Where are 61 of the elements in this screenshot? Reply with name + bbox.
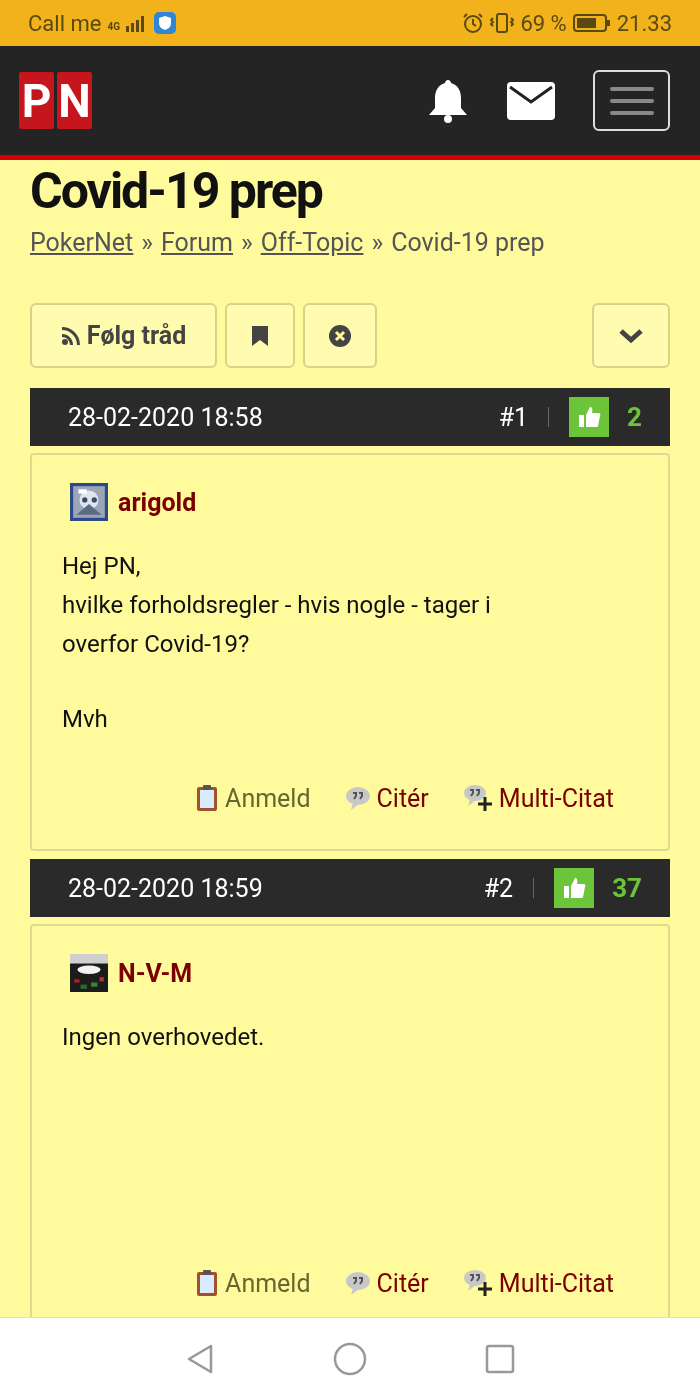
breadcrumb-link[interactable]: Forum [161, 228, 233, 257]
post-date: 28-02-2020 18:58 [68, 402, 263, 432]
post-text: Mvh [62, 704, 109, 735]
ignore-button[interactable] [303, 303, 377, 368]
shield-icon [153, 12, 176, 34]
menu-icon [609, 85, 654, 116]
dropdown-button[interactable] [592, 303, 670, 368]
vibrate-icon [490, 12, 515, 34]
quote-link[interactable]: Citér [344, 783, 429, 813]
username-link[interactable]: N-V-M [118, 958, 193, 988]
divider [548, 407, 550, 427]
clipboard-icon [195, 784, 220, 812]
like-count: 2 [627, 402, 642, 432]
like-count: 37 [612, 873, 642, 903]
like-button[interactable] [554, 868, 595, 908]
close-icon [328, 323, 352, 348]
breadcrumb-separator: » [241, 228, 253, 257]
back-icon[interactable] [185, 1343, 215, 1375]
home-icon[interactable] [333, 1342, 367, 1376]
battery-percent: 69 % [520, 10, 567, 36]
breadcrumb-separator: » [371, 228, 384, 257]
report-link[interactable]: Anmeld [195, 1268, 311, 1298]
thumbs-up-icon [561, 875, 588, 901]
rss-icon [60, 325, 81, 346]
follow-thread-button[interactable]: Følg tråd [30, 303, 217, 368]
post-text: Ingen overhovedet. [62, 1022, 266, 1053]
bell-icon[interactable] [427, 77, 469, 124]
chevron-down-icon [618, 327, 644, 344]
post-date: 28-02-2020 18:59 [68, 873, 263, 903]
clock-time: 21.33 [616, 10, 672, 36]
divider [533, 878, 535, 898]
breadcrumb-link[interactable]: PokerNet [30, 228, 134, 257]
speech-bubble-icon [344, 1270, 371, 1296]
page-title: Covid-19 prep [30, 162, 324, 220]
battery-icon [572, 14, 611, 32]
thumbs-up-icon [576, 404, 603, 430]
report-link[interactable]: Anmeld [195, 783, 311, 813]
username-link[interactable]: arigold [118, 487, 197, 517]
breadcrumb-current: Covid-19 prep [391, 228, 545, 257]
speech-bubble-plus-icon [462, 783, 493, 813]
bookmark-button[interactable] [225, 303, 295, 368]
mail-icon[interactable] [507, 81, 555, 120]
network-type: 4G [107, 20, 120, 32]
breadcrumb-link[interactable]: Off-Topic [260, 228, 364, 257]
post-number-link[interactable]: #2 [483, 873, 514, 903]
bookmark-icon [251, 324, 269, 347]
carrier-name: Call me [28, 10, 102, 36]
site-logo[interactable]: P N [19, 72, 92, 129]
post-number-link[interactable]: #1 [498, 402, 529, 432]
multi-quote-link[interactable]: Multi-Citat [462, 1268, 614, 1298]
clipboard-icon [195, 1269, 220, 1297]
multi-quote-link[interactable]: Multi-Citat [462, 783, 614, 813]
recents-icon[interactable] [485, 1344, 515, 1374]
speech-bubble-icon [344, 785, 371, 811]
breadcrumb-separator: » [141, 228, 153, 257]
alarm-icon [462, 12, 485, 34]
post-text: Hej PN, hvilke forholdsregler - hvis nogle - tager i overfor Covid-19? [62, 551, 492, 660]
quote-link[interactable]: Citér [344, 1268, 429, 1298]
menu-button[interactable] [593, 70, 670, 131]
like-button[interactable] [569, 397, 610, 437]
speech-bubble-plus-icon [462, 1268, 493, 1298]
